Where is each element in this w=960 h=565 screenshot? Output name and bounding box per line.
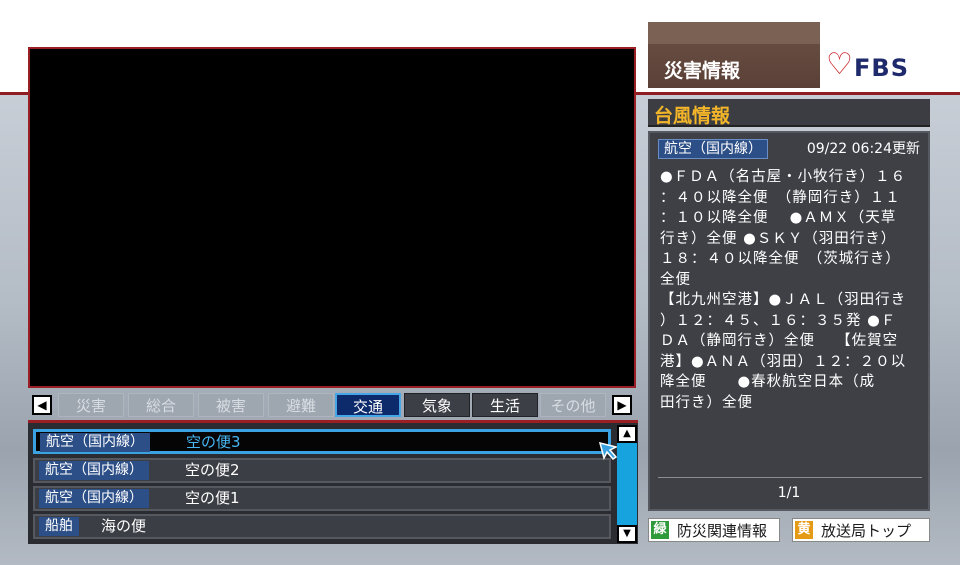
list-item[interactable]: 航空（国内線） 空の便3 [33, 429, 611, 454]
category-tab-saigai[interactable]: 災害 [58, 393, 124, 417]
fbs-logo: ♡ FBS [826, 48, 930, 86]
list-item-title: 空の便3 [186, 433, 241, 451]
button-label: 放送局トップ [821, 522, 912, 540]
category-tab-sonota[interactable]: その他 [540, 393, 606, 417]
list-item-title: 空の便2 [185, 461, 240, 479]
panel-header-title: 台風情報 [654, 105, 731, 127]
list-item[interactable]: 航空（国内線） 空の便1 [33, 486, 611, 511]
category-tab-higai[interactable]: 被害 [198, 393, 264, 417]
station-top-button[interactable]: 黄 放送局トップ [792, 518, 930, 542]
category-tab-seikatsu[interactable]: 生活 [472, 393, 538, 417]
heart-icon: ♡ [826, 47, 853, 82]
list-item[interactable]: 航空（国内線） 空の便2 [33, 458, 611, 483]
disaster-related-info-button[interactable]: 緑 防災関連情報 [648, 518, 780, 542]
list-item-category: 船舶 [39, 517, 79, 536]
list-item[interactable]: 船舶 海の便 [33, 514, 611, 539]
list-item-title: 空の便1 [185, 489, 240, 507]
list-item-category: 航空（国内線） [40, 433, 150, 452]
list-item-title: 海の便 [101, 517, 147, 535]
detail-line: ：４０以降全便 （静岡行き）１１ [660, 189, 901, 206]
detail-line: ）１２：４５、１６：３５発 ●Ｆ [660, 312, 897, 329]
category-tab-koutsuu[interactable]: 交通 [335, 393, 401, 417]
page-indicator: 1/1 [777, 485, 801, 501]
category-right-arrow-button[interactable]: ▶ [612, 395, 632, 415]
detail-panel: 航空（国内線） 09/22 06:24更新 ●ＦＤＡ（名古屋・小牧行き）１６ ：… [648, 131, 930, 511]
detail-category-badge: 航空（国内線） [658, 139, 768, 159]
green-key-icon: 緑 [651, 521, 669, 539]
category-bar: ◀ 災害 総合 被害 避難 交通 気象 生活 その他 ▶ [32, 393, 636, 417]
category-tab-hinan[interactable]: 避難 [268, 393, 334, 417]
category-tab-kishou[interactable]: 気象 [404, 393, 470, 417]
category-left-arrow-button[interactable]: ◀ [32, 395, 52, 415]
logo-text: FBS [854, 54, 909, 82]
list-scrollbar[interactable]: ▲ ▼ [617, 425, 637, 543]
disaster-info-tab: 災害情報 [648, 22, 820, 88]
list-item-category: 航空（国内線） [39, 489, 149, 508]
yellow-key-icon: 黄 [795, 521, 813, 539]
detail-updated-time: 09/22 06:24更新 [806, 141, 920, 157]
scroll-down-button[interactable]: ▼ [617, 525, 637, 543]
category-tab-sougou[interactable]: 総合 [128, 393, 194, 417]
detail-line: ＤＡ（静岡行き）全便 【佐賀空 [660, 333, 899, 349]
panel-header: 台風情報 [648, 99, 930, 127]
pointer-cursor-icon [598, 441, 619, 461]
detail-line: ●ＦＤＡ（名古屋・小牧行き）１６ [660, 169, 907, 185]
detail-line: 田行き）全便 [660, 394, 753, 411]
divider [658, 477, 922, 478]
detail-line: 【北九州空港】●ＪＡＬ（羽田行き [660, 292, 907, 308]
video-area [28, 47, 636, 388]
tab-highlight [648, 22, 820, 44]
page-title: 災害情報 [664, 60, 741, 82]
list-item-category: 航空（国内線） [39, 461, 149, 480]
detail-line: 行き）全便 ●ＳＫＹ（羽田行き） [660, 230, 897, 247]
detail-line: 降全便 ●春秋航空日本（成 [660, 374, 876, 390]
detail-line: ：１０以降全便 ●ＡＭＸ（天草 [660, 210, 897, 226]
info-list: 航空（国内線） 空の便3 航空（国内線） 空の便2 航空（国内線） 空の便1 船… [28, 420, 638, 544]
detail-line: 港】●ＡＮＡ（羽田）１２：２０以 [660, 353, 907, 370]
detail-body: ●ＦＤＡ（名古屋・小牧行き）１６ ：４０以降全便 （静岡行き）１１ ：１０以降全… [660, 167, 922, 413]
detail-line: 全便 [660, 271, 691, 288]
button-label: 防災関連情報 [677, 522, 768, 540]
detail-line: １８：４０以降全便 （茨城行き） [660, 251, 901, 267]
scroll-up-button[interactable]: ▲ [617, 425, 637, 443]
